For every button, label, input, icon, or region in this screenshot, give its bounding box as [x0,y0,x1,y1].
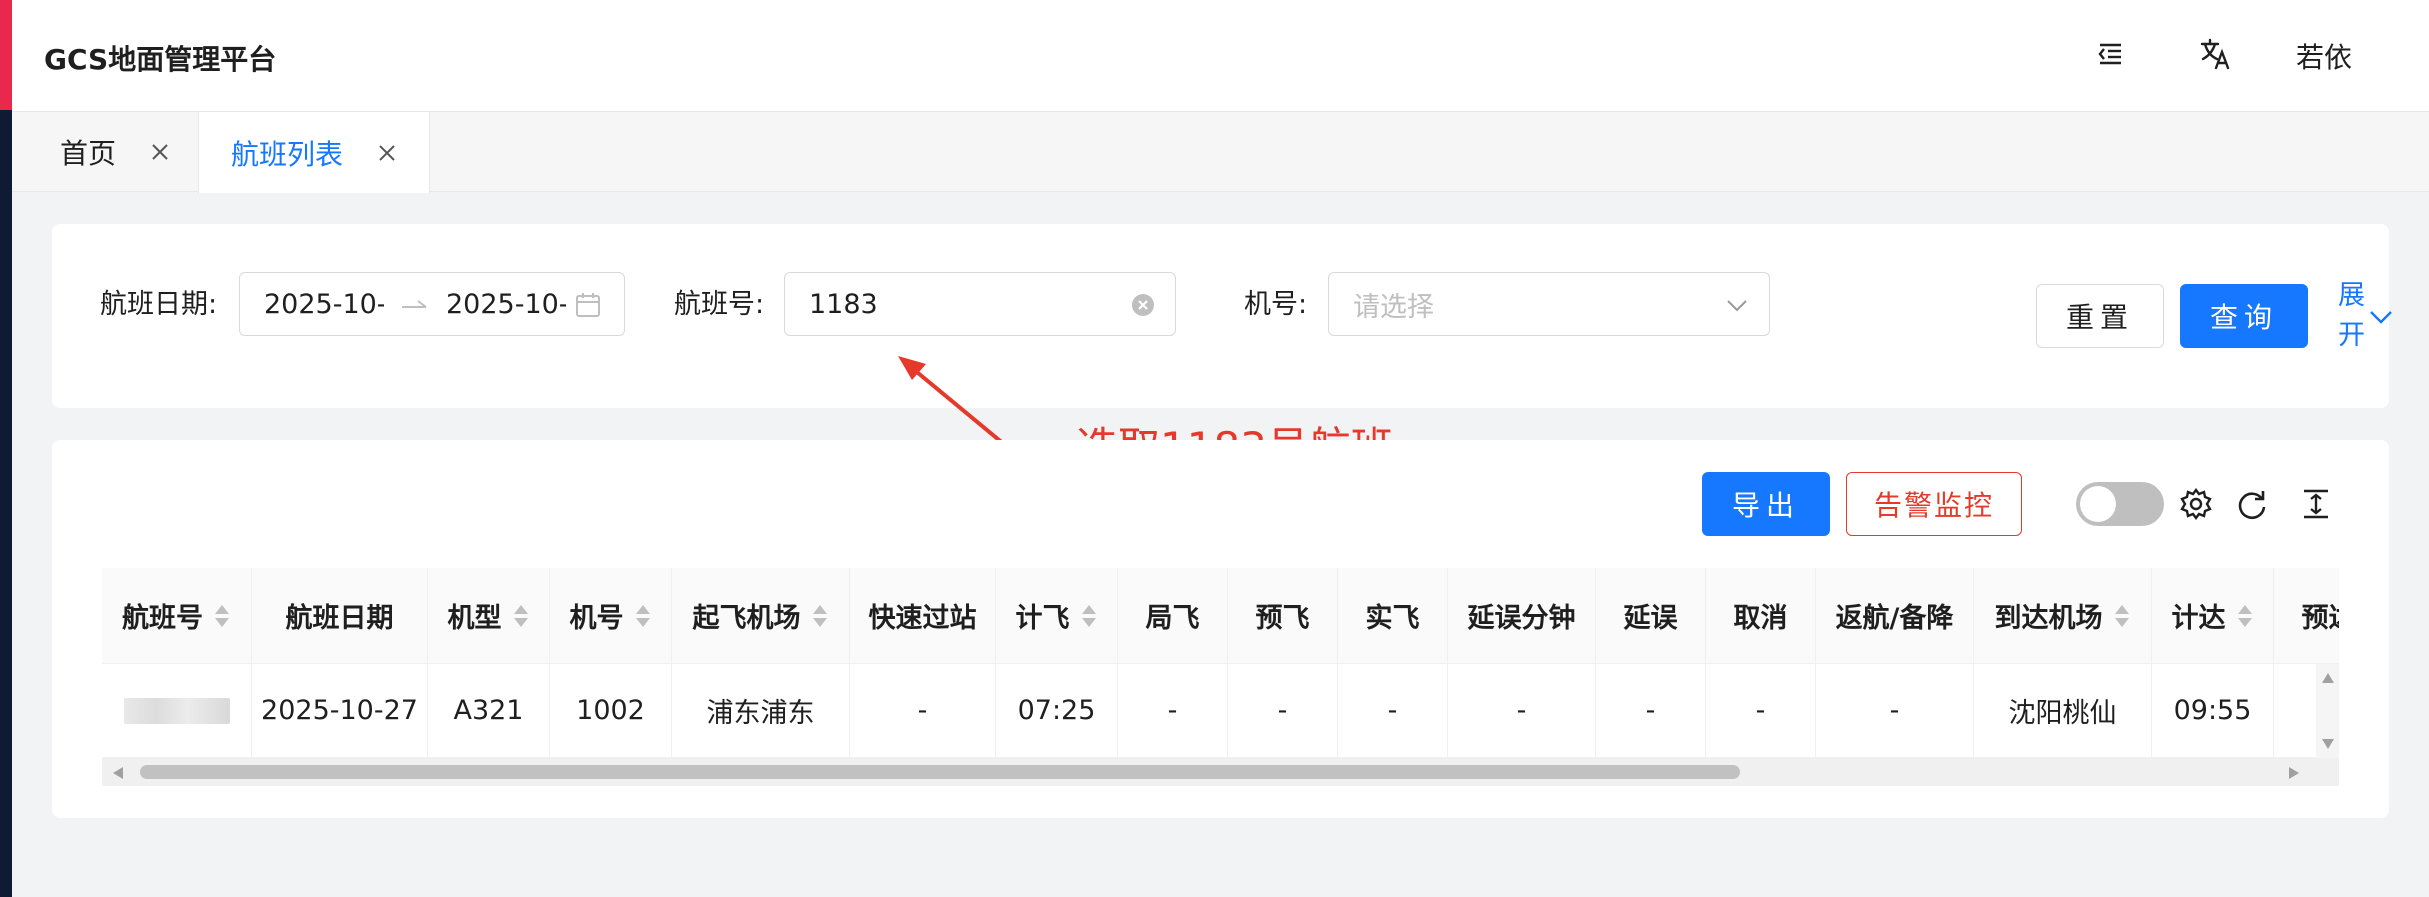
table-cell: A321 [428,664,550,757]
plane-number-label: 机号: [1244,289,1308,320]
top-header: GCS地面管理平台 若依 [12,0,2429,112]
sidebar-accent [0,0,12,110]
table-cell: 1002 [550,664,672,757]
column-header: 预达 [2274,568,2340,663]
tab-home[interactable]: 首页 [28,112,202,192]
table-cell: - [1816,664,1974,757]
table-cell: 浦东浦东 [672,664,850,757]
flight-table-card: 导出 告警监控 航班号 航班日期 机型 机号 起飞机场 快速过站 计飞 局飞 预飞 实飞 延误分钟延… [52,440,2389,818]
table-cell: - [1338,664,1448,757]
toggle-switch[interactable] [2076,482,2164,526]
close-icon[interactable] [377,143,397,163]
column-header[interactable]: 计飞 [996,568,1118,663]
vertical-scrollbar[interactable] [2316,664,2339,758]
table-cell: 沈阳桃仙 [1974,664,2152,757]
sort-icon[interactable] [512,603,530,629]
plane-number-placeholder: 请选择 [1353,291,1434,323]
table-cell: 09:55 [2152,664,2274,757]
flight-table: 航班号 航班日期 机型 机号 起飞机场 快速过站 计飞 局飞 预飞 实飞 延误分钟 延误 取消 返航/备降… [102,568,2339,786]
column-header: 延误分钟 [1448,568,1596,663]
column-header: 延误 [1596,568,1706,663]
sort-icon[interactable] [634,603,652,629]
alarm-monitor-button[interactable]: 告警监控 [1846,472,2022,536]
redacted-value [123,697,230,724]
toggle-knob [2080,486,2116,522]
table-cell: - [1448,664,1596,757]
translate-icon[interactable] [2198,36,2234,72]
calendar-icon [574,291,602,326]
column-header: 返航/备降 [1816,568,1974,663]
column-height-icon[interactable] [2296,484,2336,524]
date-range-picker[interactable]: 2025-10-27 2025-10-27 [239,272,625,336]
column-header: 局飞 [1118,568,1228,663]
sort-icon[interactable] [2236,603,2254,629]
table-header: 航班号 航班日期 机型 机号 起飞机场 快速过站 计飞 局飞 预飞 实飞 延误分钟 延误 取消 返航/备降… [102,568,2339,664]
column-header[interactable]: 航班号 [102,568,252,663]
menu-indent-icon[interactable] [2092,36,2128,72]
column-header: 实飞 [1338,568,1448,663]
sort-icon[interactable] [811,603,829,629]
flight-number-value: 1183 [809,288,878,320]
chevron-down-icon[interactable] [2368,304,2394,334]
clear-icon[interactable] [1131,293,1155,324]
chevron-down-icon [1725,293,1749,324]
app-title: GCS地面管理平台 [44,43,277,76]
table-cell [102,664,252,757]
tab-flight-list[interactable]: 航班列表 [198,112,431,193]
user-name[interactable]: 若依 [2296,36,2352,76]
column-header: 快速过站 [850,568,996,663]
date-label: 航班日期: [100,289,218,320]
table-cell: - [850,664,996,757]
sidebar-strip [0,0,12,897]
column-header: 预飞 [1228,568,1338,663]
table-row[interactable]: 2025-10-27 A321 1002 浦东浦东 -07:25- - - - - - - 沈阳桃仙 0… [102,664,2339,758]
column-header[interactable]: 计达 [2152,568,2274,663]
horizontal-scrollbar[interactable] [102,758,2339,786]
date-end[interactable]: 2025-10-27 [446,289,566,320]
tab-label: 航班列表 [231,137,344,171]
table-cell: - [1596,664,1706,757]
sort-icon[interactable] [213,603,231,629]
scrollbar-thumb[interactable] [140,765,1740,779]
flight-number-label: 航班号: [674,289,765,320]
column-header: 取消 [1706,568,1816,663]
table-cell: 07:25 [996,664,1118,757]
table-cell: - [1118,664,1228,757]
query-button[interactable]: 查询 [2180,284,2308,348]
search-form: 航班日期: 2025-10-27 2025-10-27 航班号: 1183 机号… [52,224,2392,408]
column-header: 航班日期 [252,568,428,663]
flight-number-input[interactable]: 1183 [784,272,1176,336]
date-start[interactable]: 2025-10-27 [264,289,384,320]
reset-button[interactable]: 重置 [2036,284,2164,348]
sort-icon[interactable] [2113,603,2131,629]
close-icon[interactable] [150,142,170,162]
table-cell: - [1228,664,1338,757]
tab-label: 首页 [60,137,117,170]
tab-bar: 首页 航班列表 [12,112,2429,193]
refresh-icon[interactable] [2232,484,2272,524]
column-header[interactable]: 起飞机场 [672,568,850,663]
table-cell: - [1706,664,1816,757]
sort-icon[interactable] [1080,603,1098,629]
column-header[interactable]: 机号 [550,568,672,663]
arrow-right-icon [400,291,428,326]
settings-icon[interactable] [2176,484,2216,524]
expand-link[interactable]: 展开 [2338,276,2366,356]
column-header[interactable]: 到达机场 [1974,568,2152,663]
plane-number-select[interactable]: 请选择 [1328,272,1770,336]
column-header[interactable]: 机型 [428,568,550,663]
export-button[interactable]: 导出 [1702,472,1830,536]
table-cell: 2025-10-27 [252,664,428,757]
